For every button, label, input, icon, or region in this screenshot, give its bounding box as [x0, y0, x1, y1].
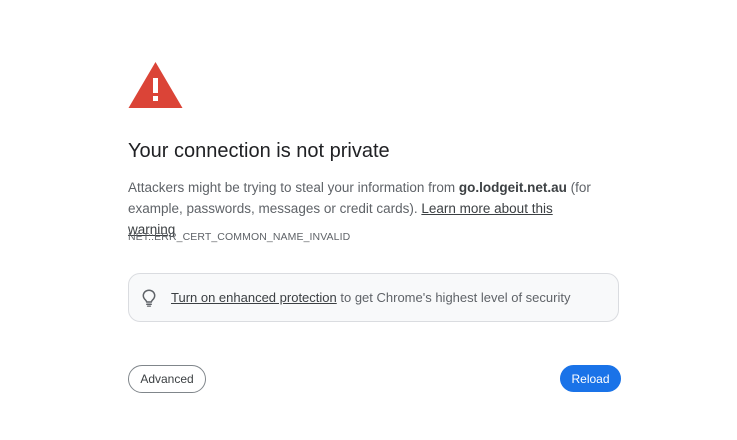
warning-triangle-icon [128, 62, 183, 108]
enhanced-protection-suffix: to get Chrome's highest level of securit… [336, 290, 571, 305]
enhanced-protection-link[interactable]: Turn on enhanced protection [171, 290, 337, 305]
lightbulb-icon [142, 289, 156, 307]
message-prefix: Attackers might be trying to steal your … [128, 180, 459, 195]
page-title: Your connection is not private [128, 140, 390, 162]
site-domain: go.lodgeit.net.au [458, 180, 567, 195]
privacy-error-page: Your connection is not private Attackers… [0, 0, 737, 440]
enhanced-protection-text: Turn on enhanced protection to get Chrom… [171, 290, 570, 305]
enhanced-protection-banner: Turn on enhanced protection to get Chrom… [128, 273, 619, 322]
advanced-button[interactable]: Advanced [128, 365, 206, 393]
reload-button[interactable]: Reload [560, 365, 621, 392]
error-code: NET::ERR_CERT_COMMON_NAME_INVALID [128, 231, 351, 243]
